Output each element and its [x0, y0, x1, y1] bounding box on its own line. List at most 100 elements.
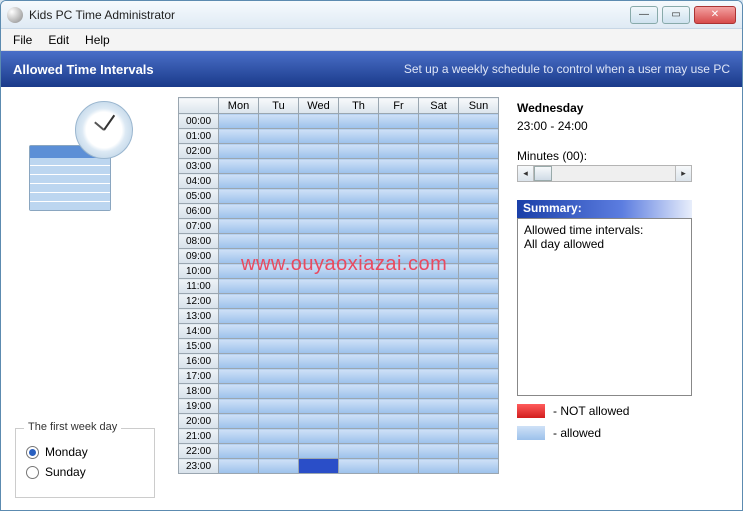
time-slot[interactable] [219, 354, 259, 369]
radio-monday[interactable]: Monday [26, 445, 144, 459]
time-slot[interactable] [219, 219, 259, 234]
time-slot[interactable] [299, 354, 339, 369]
day-header[interactable]: Sun [459, 98, 499, 114]
time-slot[interactable] [419, 324, 459, 339]
hour-label[interactable]: 23:00 [179, 459, 219, 474]
time-slot[interactable] [379, 369, 419, 384]
time-slot[interactable] [299, 189, 339, 204]
time-slot[interactable] [259, 114, 299, 129]
time-slot[interactable] [259, 144, 299, 159]
time-slot[interactable] [219, 444, 259, 459]
time-slot[interactable] [459, 234, 499, 249]
time-slot[interactable] [259, 324, 299, 339]
time-slot[interactable] [419, 189, 459, 204]
time-slot[interactable] [379, 339, 419, 354]
time-slot[interactable] [259, 234, 299, 249]
time-slot[interactable] [379, 444, 419, 459]
time-slot[interactable] [459, 264, 499, 279]
time-slot[interactable] [219, 384, 259, 399]
time-slot[interactable] [259, 204, 299, 219]
time-slot[interactable] [379, 114, 419, 129]
time-slot[interactable] [299, 324, 339, 339]
time-slot[interactable] [419, 459, 459, 474]
time-slot[interactable] [259, 279, 299, 294]
hour-label[interactable]: 19:00 [179, 399, 219, 414]
hour-label[interactable]: 17:00 [179, 369, 219, 384]
time-slot[interactable] [379, 429, 419, 444]
time-slot[interactable] [299, 429, 339, 444]
hour-label[interactable]: 08:00 [179, 234, 219, 249]
time-slot[interactable] [379, 399, 419, 414]
time-slot[interactable] [419, 264, 459, 279]
hour-label[interactable]: 15:00 [179, 339, 219, 354]
time-slot[interactable] [379, 384, 419, 399]
time-slot[interactable] [259, 249, 299, 264]
time-slot[interactable] [459, 444, 499, 459]
time-slot[interactable] [459, 159, 499, 174]
time-slot[interactable] [219, 429, 259, 444]
hour-label[interactable]: 11:00 [179, 279, 219, 294]
day-header[interactable]: Th [339, 98, 379, 114]
time-slot[interactable] [339, 414, 379, 429]
time-slot[interactable] [339, 204, 379, 219]
time-slot[interactable] [299, 204, 339, 219]
time-slot[interactable] [339, 354, 379, 369]
time-slot[interactable] [459, 189, 499, 204]
time-slot[interactable] [219, 414, 259, 429]
time-slot[interactable] [299, 234, 339, 249]
time-slot[interactable] [419, 294, 459, 309]
time-slot[interactable] [339, 324, 379, 339]
time-slot[interactable] [459, 204, 499, 219]
time-slot[interactable] [379, 459, 419, 474]
radio-sunday[interactable]: Sunday [26, 465, 144, 479]
hour-label[interactable]: 00:00 [179, 114, 219, 129]
time-slot[interactable] [459, 324, 499, 339]
time-slot[interactable] [259, 384, 299, 399]
time-slot[interactable] [219, 399, 259, 414]
time-slot[interactable] [299, 414, 339, 429]
time-slot[interactable] [339, 264, 379, 279]
time-slot[interactable] [379, 189, 419, 204]
time-slot[interactable] [459, 294, 499, 309]
time-slot[interactable] [339, 294, 379, 309]
time-slot[interactable] [419, 219, 459, 234]
hour-label[interactable]: 04:00 [179, 174, 219, 189]
time-slot[interactable] [419, 309, 459, 324]
slider-track[interactable] [534, 166, 657, 181]
time-slot[interactable] [339, 129, 379, 144]
time-slot[interactable] [459, 399, 499, 414]
time-slot[interactable] [459, 339, 499, 354]
day-header[interactable]: Wed [299, 98, 339, 114]
time-slot[interactable] [259, 414, 299, 429]
time-slot[interactable] [339, 279, 379, 294]
time-slot[interactable] [219, 114, 259, 129]
time-slot[interactable] [299, 399, 339, 414]
time-slot[interactable] [379, 414, 419, 429]
time-slot[interactable] [459, 369, 499, 384]
time-slot[interactable] [419, 159, 459, 174]
time-slot[interactable] [419, 384, 459, 399]
time-slot[interactable] [299, 459, 339, 474]
hour-label[interactable]: 22:00 [179, 444, 219, 459]
time-slot[interactable] [419, 399, 459, 414]
hour-label[interactable]: 09:00 [179, 249, 219, 264]
time-slot[interactable] [379, 174, 419, 189]
time-slot[interactable] [259, 399, 299, 414]
time-slot[interactable] [339, 219, 379, 234]
time-slot[interactable] [259, 159, 299, 174]
time-slot[interactable] [339, 384, 379, 399]
time-slot[interactable] [379, 144, 419, 159]
time-slot[interactable] [379, 309, 419, 324]
time-slot[interactable] [379, 294, 419, 309]
time-slot[interactable] [219, 234, 259, 249]
time-slot[interactable] [259, 129, 299, 144]
time-slot[interactable] [339, 249, 379, 264]
time-slot[interactable] [419, 444, 459, 459]
time-slot[interactable] [459, 249, 499, 264]
hour-label[interactable]: 16:00 [179, 354, 219, 369]
time-slot[interactable] [299, 384, 339, 399]
slider-left-button[interactable]: ◂ [518, 166, 534, 181]
time-slot[interactable] [379, 204, 419, 219]
close-button[interactable]: ✕ [694, 6, 736, 24]
time-slot[interactable] [339, 159, 379, 174]
